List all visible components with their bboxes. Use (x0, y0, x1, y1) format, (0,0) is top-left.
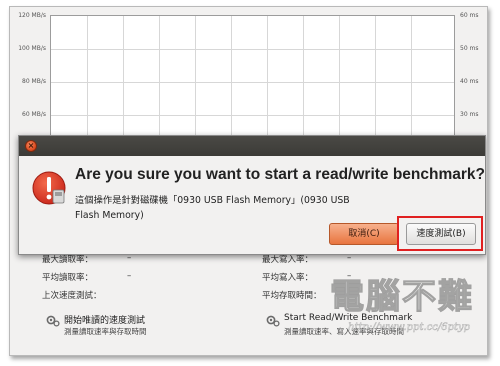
y-tick-right: 40 ms (460, 78, 479, 85)
readwrite-benchmark-desc: 測量讀取速率、寫入速率與存取時間 (284, 327, 404, 336)
grid-line (303, 16, 304, 137)
avg-write-value: – (347, 271, 352, 281)
grid-line (267, 16, 268, 137)
readonly-benchmark-title: 開始唯讀的速度測試 (64, 316, 146, 326)
readonly-benchmark-desc: 測量讀取速率與存取時間 (64, 327, 147, 336)
grid-line (51, 49, 454, 50)
dialog-heading: Are you sure you want to start a read/wr… (75, 166, 486, 183)
warning-icon (32, 171, 66, 205)
avg-access-label: 平均存取時間： (262, 291, 322, 301)
y-tick-left: 100 MB/s (18, 45, 46, 52)
avg-read-label: 平均讀取率： (42, 273, 94, 283)
avg-read-value: – (127, 271, 132, 281)
y-tick-left: 60 MB/s (22, 111, 46, 118)
confirm-dialog: × Are you sure you want to start a read/… (18, 135, 486, 255)
grid-line (51, 115, 454, 116)
gear-icon (46, 315, 60, 327)
y-tick-left: 80 MB/s (22, 78, 46, 85)
grid-line (231, 16, 232, 137)
grid-line (195, 16, 196, 137)
benchmark-graph: 120 MB/s 100 MB/s 80 MB/s 60 MB/s 60 ms … (10, 7, 487, 137)
dialog-titlebar: × (19, 136, 485, 156)
last-test-label: 上次速度測試： (42, 291, 102, 301)
gear-icon (266, 315, 280, 327)
grid-line (339, 16, 340, 137)
grid-line (159, 16, 160, 137)
readonly-benchmark-button[interactable]: 開始唯讀的速度測試 測量讀取速率與存取時間 (46, 313, 236, 339)
y-tick-right: 60 ms (460, 12, 479, 19)
dialog-message: 這個操作是針對磁碟機「0930 USB Flash Memory」(0930 U… (75, 195, 350, 221)
window-frame: 120 MB/s 100 MB/s 80 MB/s 60 MB/s 60 ms … (9, 6, 488, 356)
grid-line (375, 16, 376, 137)
watermark-text: 電腦不難 (330, 277, 474, 317)
readwrite-benchmark-button[interactable]: Start Read/Write Benchmark 測量讀取速率、寫入速率與存… (266, 313, 476, 339)
grid-line (411, 16, 412, 137)
y-tick-right: 50 ms (460, 45, 479, 52)
y-tick-right: 30 ms (460, 111, 479, 118)
avg-write-label: 平均寫入率： (262, 273, 314, 283)
grid-line (123, 16, 124, 137)
graph-plot-area (50, 15, 455, 137)
grid-line (87, 16, 88, 137)
cancel-button[interactable]: 取消(C) (329, 223, 399, 245)
highlight-annotation (397, 216, 483, 251)
close-icon[interactable]: × (25, 140, 37, 152)
grid-line (51, 82, 454, 83)
readwrite-benchmark-title: Start Read/Write Benchmark (284, 313, 413, 323)
y-tick-left: 120 MB/s (18, 12, 46, 19)
